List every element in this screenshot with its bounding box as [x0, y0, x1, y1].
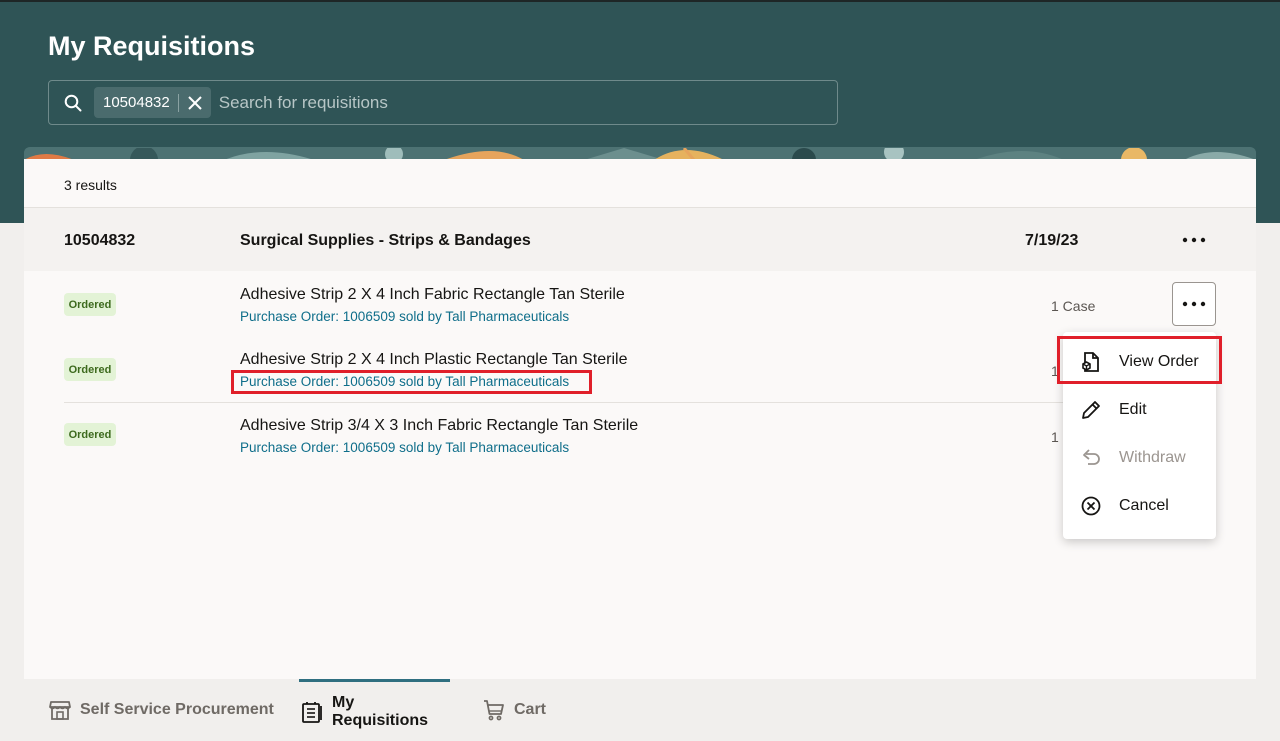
item-quantity: 1 Case: [1051, 298, 1096, 314]
results-count: 3 results: [64, 177, 117, 193]
more-actions-button[interactable]: [1174, 225, 1214, 255]
status-badge: Ordered: [64, 423, 116, 446]
item-quantity: 1: [1051, 363, 1059, 379]
menu-item-label: Withdraw: [1119, 449, 1186, 466]
pencil-icon: [1080, 399, 1102, 421]
tab-cart[interactable]: Cart: [482, 679, 546, 741]
purchase-order-link[interactable]: Purchase Order: 1006509 sold by Tall Pha…: [240, 440, 569, 455]
list-item[interactable]: Ordered Adhesive Strip 2 X 4 Inch Plasti…: [64, 348, 1214, 398]
store-icon: [48, 698, 72, 722]
requisition-number: 10504832: [64, 232, 136, 249]
requisitions-icon: [300, 700, 324, 724]
menu-item-label: Cancel: [1119, 497, 1169, 514]
view-order-icon: [1080, 351, 1102, 373]
bottom-tab-bar: Self Service Procurement My Requisitions…: [24, 679, 1256, 741]
requisition-date: 7/19/23: [1025, 232, 1079, 249]
purchase-order-link[interactable]: Purchase Order: 1006509 sold by Tall Pha…: [240, 374, 569, 389]
requisition-title: Surgical Supplies - Strips & Bandages: [240, 232, 531, 249]
menu-item-withdraw: Withdraw: [1063, 436, 1216, 480]
tab-self-service-procurement[interactable]: Self Service Procurement: [48, 679, 274, 741]
purchase-order-link[interactable]: Purchase Order: 1006509 sold by Tall Pha…: [240, 309, 569, 324]
undo-icon: [1080, 447, 1102, 469]
tab-label: My Requisitions: [332, 693, 429, 729]
line-more-actions-button[interactable]: [1172, 282, 1216, 326]
status-badge: Ordered: [64, 358, 116, 381]
search-filter-chip: 10504832: [94, 87, 211, 118]
list-item[interactable]: Ordered Adhesive Strip 2 X 4 Inch Fabric…: [64, 283, 1214, 333]
tab-label: Self Service Procurement: [80, 701, 274, 718]
search-input[interactable]: [218, 92, 719, 113]
item-title[interactable]: Adhesive Strip 2 X 4 Inch Fabric Rectang…: [240, 286, 625, 304]
tab-my-requisitions[interactable]: My Requisitions: [299, 679, 450, 741]
item-title[interactable]: Adhesive Strip 3/4 X 3 Inch Fabric Recta…: [240, 417, 638, 435]
tab-label: Cart: [514, 701, 547, 718]
more-horizontal-icon: [1182, 301, 1206, 307]
more-horizontal-icon: [1182, 237, 1206, 243]
actions-menu: View Order Edit Withdraw Cancel: [1063, 332, 1216, 539]
cancel-icon: [1080, 495, 1102, 517]
status-badge: Ordered: [64, 293, 116, 316]
chip-divider: [177, 93, 179, 112]
menu-item-cancel[interactable]: Cancel: [1063, 484, 1216, 528]
menu-item-label: Edit: [1119, 401, 1147, 418]
cart-icon: [482, 698, 506, 722]
page-title: My Requisitions: [48, 31, 256, 61]
search-icon: [62, 92, 84, 114]
requisition-header-row[interactable]: 10504832 Surgical Supplies - Strips & Ba…: [24, 207, 1256, 271]
search-filter-chip-label: 10504832: [103, 94, 170, 111]
menu-item-edit[interactable]: Edit: [1063, 388, 1216, 432]
list-item[interactable]: Ordered Adhesive Strip 3/4 X 3 Inch Fabr…: [64, 414, 1214, 464]
close-icon[interactable]: [185, 93, 205, 113]
item-quantity: 1: [1051, 429, 1059, 445]
menu-item-label: View Order: [1119, 353, 1199, 370]
row-divider: [64, 402, 1214, 403]
decorative-banner: [24, 147, 1256, 159]
search-bar[interactable]: 10504832: [48, 80, 838, 125]
menu-item-view-order[interactable]: View Order: [1063, 340, 1216, 384]
item-title[interactable]: Adhesive Strip 2 X 4 Inch Plastic Rectan…: [240, 351, 627, 369]
